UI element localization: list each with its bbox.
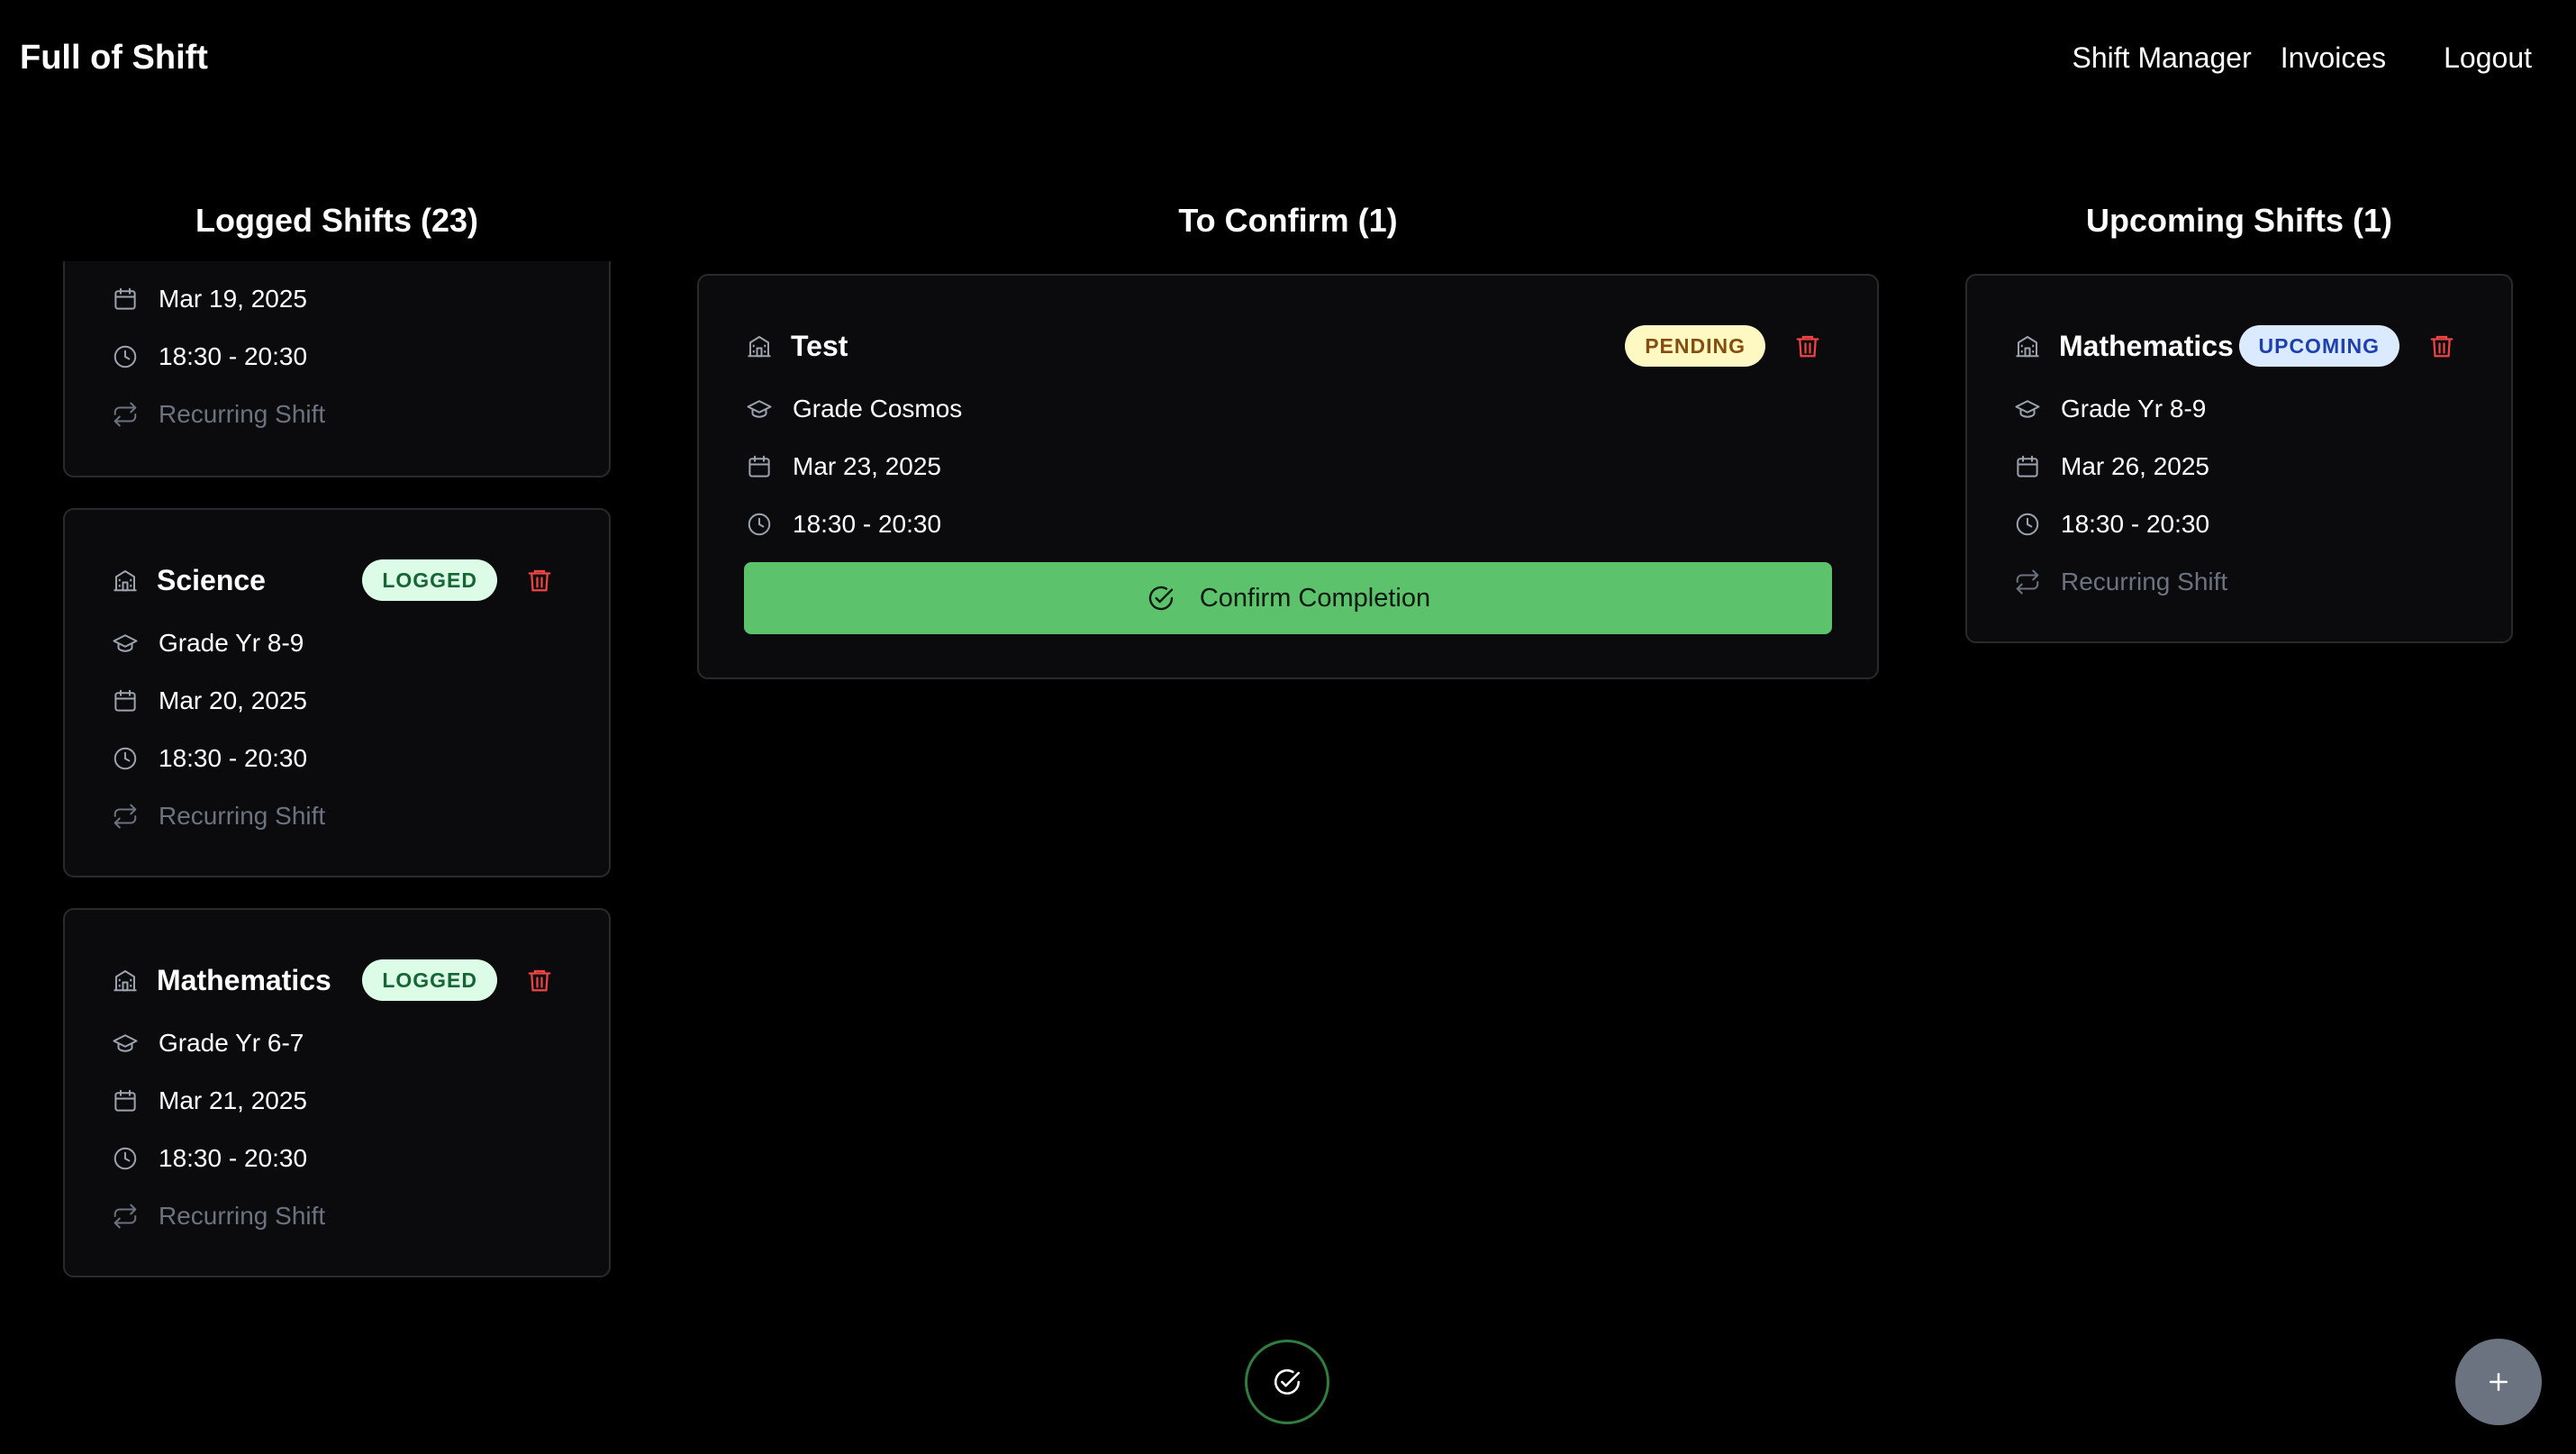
building-icon [110, 965, 141, 995]
recurring-row: Recurring Shift [110, 396, 325, 432]
card-header: Science LOGGED [110, 559, 553, 601]
card-header: Test PENDING [744, 325, 1821, 367]
repeat-icon [110, 399, 141, 430]
recurring-row: Recurring Shift [110, 798, 325, 834]
calendar-icon [110, 1086, 141, 1116]
shift-time: 18:30 - 20:30 [159, 342, 308, 370]
trash-icon[interactable] [526, 566, 553, 595]
subject-title: Mathematics [157, 963, 331, 996]
time-row: 18:30 - 20:30 [110, 741, 307, 777]
graduation-cap-icon [2012, 394, 2043, 424]
nav-link-invoices[interactable]: Invoices [2281, 41, 2386, 75]
building-icon [110, 565, 141, 595]
building-icon [2012, 331, 2043, 361]
clock-icon [110, 341, 141, 372]
shift-time: 18:30 - 20:30 [2061, 510, 2210, 538]
calendar-icon [2012, 451, 2043, 482]
clock-icon [2012, 509, 2043, 540]
graduation-cap-icon [110, 628, 141, 659]
building-icon [744, 331, 775, 361]
date-row: Mar 20, 2025 [110, 683, 307, 719]
date-row: Mar 21, 2025 [110, 1083, 307, 1119]
confirm-button-label: Confirm Completion [1199, 583, 1431, 613]
add-shift-button[interactable] [2455, 1339, 2542, 1425]
recurring-row: Recurring Shift [110, 1198, 325, 1234]
calendar-icon [110, 284, 141, 314]
shift-date: Mar 23, 2025 [793, 452, 941, 480]
shift-date: Mar 19, 2025 [159, 285, 307, 313]
shift-date: Mar 26, 2025 [2061, 452, 2209, 480]
repeat-icon [110, 801, 141, 832]
nav-links: Shift Manager Invoices Logout [2044, 41, 2556, 75]
status-badge: LOGGED [362, 559, 497, 601]
to-confirm-title: To Confirm (1) [1178, 202, 1398, 239]
shift-time: 18:30 - 20:30 [159, 1144, 308, 1172]
shift-time: 18:30 - 20:30 [159, 744, 308, 772]
confirm-shifts-button[interactable] [1245, 1340, 1329, 1424]
upcoming-shift-card[interactable]: Mathematics UPCOMING Grade Yr 8-9 Mar 26… [1965, 274, 2513, 643]
date-row: Mar 26, 2025 [2012, 449, 2209, 485]
logged-shift-card[interactable]: Mathematics LOGGED Grade Yr 6-7 Mar 21, … [63, 908, 611, 1277]
graduation-cap-icon [744, 394, 775, 424]
grade-label: Grade Cosmos [793, 395, 963, 423]
check-circle-icon [1146, 583, 1176, 613]
trash-icon[interactable] [2428, 332, 2455, 360]
grade-label: Grade Yr 6-7 [159, 1029, 304, 1057]
calendar-icon [744, 451, 775, 482]
shift-time: 18:30 - 20:30 [793, 510, 942, 538]
grade-row: Grade Cosmos [744, 391, 962, 427]
card-header: Mathematics UPCOMING [2012, 325, 2455, 367]
repeat-icon [110, 1201, 141, 1231]
clock-icon [110, 743, 141, 774]
subject-title: Science [157, 563, 266, 596]
upcoming-shifts-title: Upcoming Shifts (1) [2086, 202, 2392, 239]
time-row: 18:30 - 20:30 [110, 1140, 307, 1177]
grade-label: Grade Yr 8-9 [159, 629, 304, 657]
logged-shift-card[interactable]: Mar 19, 2025 18:30 - 20:30 Recurring Shi… [63, 261, 611, 477]
brand-title[interactable]: Full of Shift [20, 39, 208, 77]
plus-icon [2483, 1367, 2514, 1397]
calendar-icon [110, 686, 141, 716]
repeat-icon [2012, 567, 2043, 597]
logged-shifts-title: Logged Shifts (23) [195, 202, 478, 239]
grade-label: Grade Yr 8-9 [2061, 395, 2207, 423]
grade-row: Grade Yr 8-9 [2012, 391, 2206, 427]
status-badge: PENDING [1625, 325, 1765, 367]
graduation-cap-icon [110, 1028, 141, 1059]
time-row: 18:30 - 20:30 [744, 506, 941, 542]
recurring-label: Recurring Shift [159, 802, 326, 830]
card-header: Mathematics LOGGED [110, 959, 553, 1001]
subject-title: Test [791, 329, 848, 362]
time-row: 18:30 - 20:30 [2012, 506, 2209, 542]
recurring-label: Recurring Shift [159, 1202, 326, 1230]
status-badge: LOGGED [362, 959, 497, 1001]
recurring-row: Recurring Shift [2012, 564, 2227, 600]
top-navbar: Full of Shift Shift Manager Invoices Log… [0, 0, 2576, 115]
recurring-label: Recurring Shift [2061, 568, 2228, 595]
logout-link[interactable]: Logout [2444, 41, 2532, 75]
pending-shift-card[interactable]: Test PENDING Grade Cosmos Mar 23, 2025 1… [697, 274, 1879, 679]
time-row: 18:30 - 20:30 [110, 339, 307, 375]
date-row: Mar 23, 2025 [744, 449, 941, 485]
recurring-label: Recurring Shift [159, 400, 326, 428]
shift-date: Mar 20, 2025 [159, 686, 307, 714]
confirm-completion-button[interactable]: Confirm Completion [744, 562, 1832, 634]
grade-row: Grade Yr 8-9 [110, 625, 304, 661]
clock-icon [744, 509, 775, 540]
logged-shift-card[interactable]: Science LOGGED Grade Yr 8-9 Mar 20, 2025… [63, 508, 611, 877]
status-badge: UPCOMING [2238, 325, 2399, 367]
shift-date: Mar 21, 2025 [159, 1086, 307, 1114]
clock-icon [110, 1143, 141, 1174]
trash-icon[interactable] [1794, 332, 1821, 360]
check-circle-icon [1272, 1367, 1302, 1397]
subject-title: Mathematics [2059, 329, 2234, 362]
trash-icon[interactable] [526, 966, 553, 995]
nav-link-shift-manager[interactable]: Shift Manager [2073, 41, 2252, 75]
date-row: Mar 19, 2025 [110, 281, 307, 317]
grade-row: Grade Yr 6-7 [110, 1025, 304, 1061]
